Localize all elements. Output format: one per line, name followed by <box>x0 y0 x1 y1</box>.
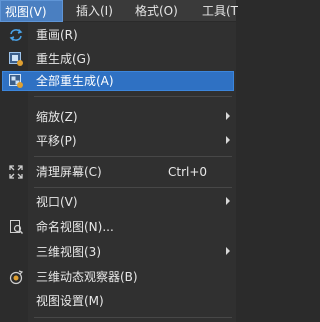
regen-icon <box>8 51 24 67</box>
menu-item-clean-screen[interactable]: 清理屏幕(C) Ctrl+0 <box>2 162 234 182</box>
menu-insert[interactable]: 插入(I) <box>76 0 113 22</box>
shortcut-label: Ctrl+0 <box>168 165 208 179</box>
menu-item-pan[interactable]: 平移(P) <box>2 131 234 151</box>
menu-item-view-settings[interactable]: 视图设置(M) <box>2 291 234 311</box>
menu-separator <box>34 317 232 318</box>
menu-item-label: 三维视图(3) <box>36 245 101 259</box>
menu-item-label: 视口(V) <box>36 195 78 209</box>
menu-item-label: 视图设置(M) <box>36 294 104 308</box>
menu-item-label: 命名视图(N)... <box>36 220 114 234</box>
menu-item-3d-views[interactable]: 三维视图(3) <box>2 242 234 262</box>
submenu-arrow-icon <box>226 197 230 205</box>
named-views-icon <box>8 219 24 235</box>
menu-item-named-views[interactable]: 命名视图(N)... <box>2 217 234 237</box>
menu-item-zoom[interactable]: 缩放(Z) <box>2 107 234 127</box>
menu-tools[interactable]: 工具(T <box>202 0 238 22</box>
app-window: 视图(V) 插入(I) 格式(O) 工具(T 重画(R) 重生成(G) 全部重生… <box>0 0 238 322</box>
menu-separator <box>34 96 232 97</box>
menu-item-redraw[interactable]: 重画(R) <box>2 25 234 45</box>
redraw-icon <box>8 27 24 43</box>
menu-separator <box>34 156 232 157</box>
menu-item-label: 重画(R) <box>36 28 78 42</box>
menu-item-label: 全部重生成(A) <box>36 74 114 88</box>
submenu-arrow-icon <box>226 136 230 144</box>
orbit-icon <box>8 269 24 285</box>
menubar: 视图(V) 插入(I) 格式(O) 工具(T <box>0 0 238 22</box>
menu-item-regen-all[interactable]: 全部重生成(A) <box>2 71 234 91</box>
menu-view[interactable]: 视图(V) <box>0 0 63 22</box>
submenu-arrow-icon <box>226 112 230 120</box>
menu-item-label: 缩放(Z) <box>36 110 78 124</box>
menu-item-regen[interactable]: 重生成(G) <box>2 49 234 69</box>
regen-all-icon <box>8 73 24 89</box>
menu-item-label: 平移(P) <box>36 134 77 148</box>
menu-item-label: 三维动态观察器(B) <box>36 270 138 284</box>
menu-item-viewports[interactable]: 视口(V) <box>2 192 234 212</box>
clean-screen-icon <box>8 164 24 180</box>
submenu-arrow-icon <box>226 247 230 255</box>
view-dropdown-menu: 重画(R) 重生成(G) 全部重生成(A) 缩放(Z) 平移(P) 清理屏幕(C… <box>0 22 236 322</box>
menu-item-3d-orbit[interactable]: 三维动态观察器(B) <box>2 267 234 287</box>
menu-separator <box>34 187 232 188</box>
menu-format[interactable]: 格式(O) <box>135 0 178 22</box>
menu-item-label: 重生成(G) <box>36 52 91 66</box>
menu-item-label: 清理屏幕(C) <box>36 165 102 179</box>
